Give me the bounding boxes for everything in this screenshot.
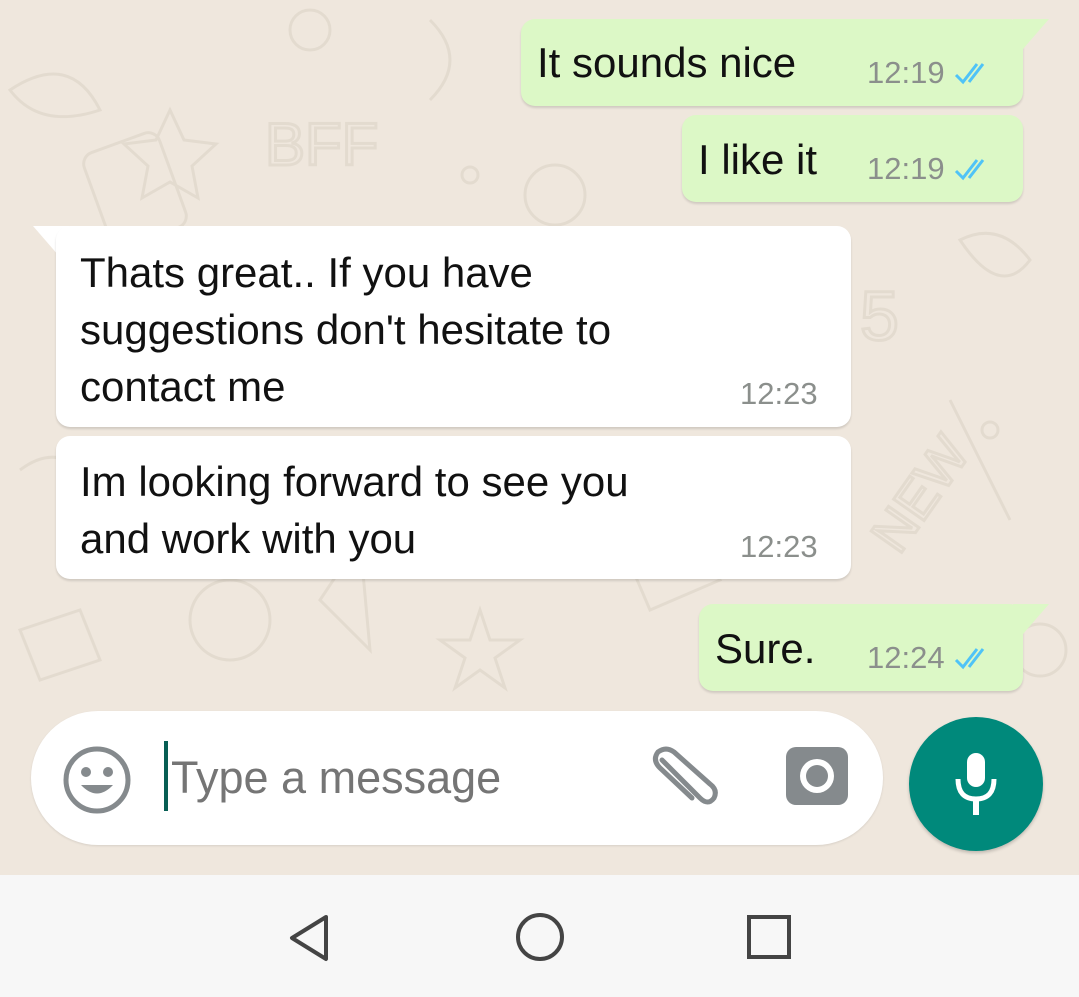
outgoing-message[interactable]: Sure. 12:24 <box>699 604 1023 691</box>
svg-text:BFF: BFF <box>265 111 378 178</box>
message-meta: 12:19 <box>867 55 995 91</box>
message-text: I like it <box>698 136 818 183</box>
message-time: 12:24 <box>867 640 945 675</box>
message-text: It sounds nice <box>537 39 797 86</box>
paperclip-icon[interactable] <box>648 746 718 808</box>
outgoing-message[interactable]: It sounds nice 12:19 <box>521 19 1023 106</box>
system-navigation-bar <box>0 875 1079 997</box>
square-recents-icon[interactable] <box>746 914 792 960</box>
message-meta: 12:23 <box>740 376 818 412</box>
microphone-icon <box>955 753 997 815</box>
incoming-message[interactable]: Thats great.. If you have suggestions do… <box>56 226 851 427</box>
camera-icon[interactable] <box>784 745 850 807</box>
triangle-back-icon[interactable] <box>286 913 332 963</box>
svg-text:5: 5 <box>860 277 899 355</box>
outgoing-message[interactable]: I like it 12:19 <box>682 115 1023 202</box>
double-check-read-icon <box>954 159 984 181</box>
message-meta: 12:24 <box>867 640 995 676</box>
chat-area[interactable]: BFF 5 NEW It sounds nice 12:19 I like it… <box>0 0 1079 875</box>
bubble-tail <box>1013 604 1049 634</box>
message-time: 12:23 <box>740 376 818 411</box>
message-meta: 12:23 <box>740 529 818 565</box>
voice-record-button[interactable] <box>909 717 1043 851</box>
message-time: 12:19 <box>867 55 945 90</box>
message-time: 12:19 <box>867 151 945 186</box>
text-caret <box>164 741 168 811</box>
message-text: Sure. <box>715 625 816 672</box>
svg-text:NEW: NEW <box>860 425 981 563</box>
message-input[interactable] <box>171 752 631 804</box>
double-check-read-icon <box>954 648 984 670</box>
message-text: Im looking forward to see you and work w… <box>80 458 629 562</box>
circle-home-icon[interactable] <box>514 911 566 963</box>
bubble-tail <box>1013 19 1049 49</box>
message-meta: 12:19 <box>867 151 995 187</box>
message-time: 12:23 <box>740 529 818 564</box>
incoming-message[interactable]: Im looking forward to see you and work w… <box>56 436 851 579</box>
emoji-smile-icon[interactable] <box>61 744 133 816</box>
double-check-read-icon <box>954 63 984 85</box>
message-text: Thats great.. If you have suggestions do… <box>80 249 612 410</box>
